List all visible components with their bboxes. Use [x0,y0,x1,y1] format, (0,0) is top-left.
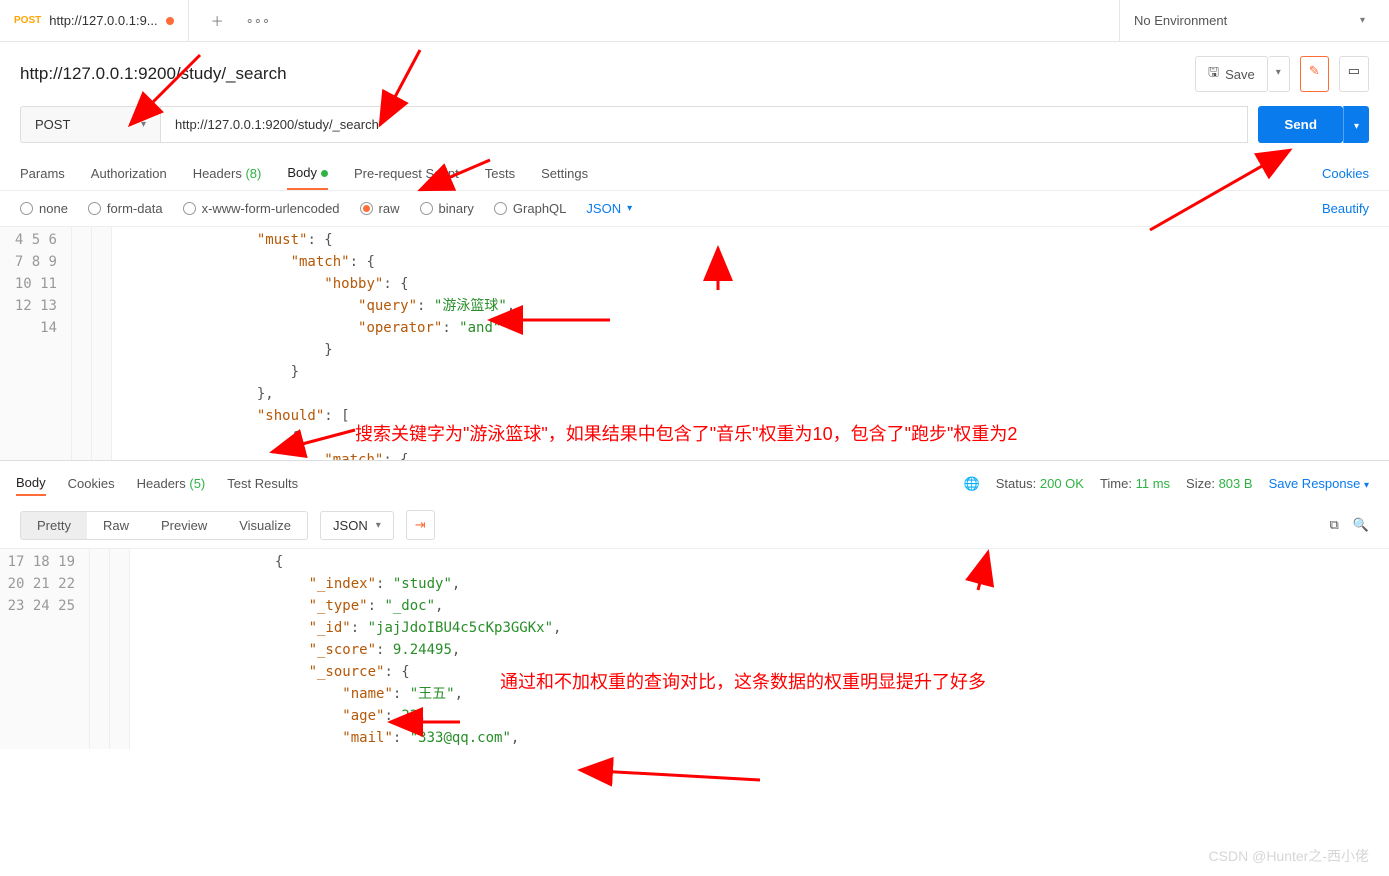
tab-title: http://127.0.0.1:9... [49,13,157,28]
code-body[interactable]: "must": { "match": { "hobby": { "query":… [112,227,1389,460]
tab-method: POST [14,15,41,26]
status-label: Status: 200 OK [996,476,1084,491]
method-select[interactable]: POST ▾ [20,106,160,143]
request-header: http://127.0.0.1:9200/study/_search 🖫 Sa… [0,42,1389,106]
chevron-down-icon: ▾ [1360,15,1365,26]
response-tabs: Body Cookies Headers (5) Test Results 🌐 … [0,461,1389,502]
resp-tab-headers[interactable]: Headers (5) [137,472,206,495]
resp-tab-body[interactable]: Body [16,471,46,496]
cookies-link[interactable]: Cookies [1322,166,1369,181]
request-tab[interactable]: POST http://127.0.0.1:9... [0,0,189,41]
radio-raw[interactable]: raw [360,201,400,216]
seg-pretty[interactable]: Pretty [21,512,87,539]
radio-xform[interactable]: x-www-form-urlencoded [183,201,340,216]
tab-tests[interactable]: Tests [485,158,515,189]
response-format-select[interactable]: JSON▾ [320,511,394,540]
body-active-dot-icon [321,170,328,177]
tab-settings[interactable]: Settings [541,158,588,189]
tab-params[interactable]: Params [20,158,65,189]
code-body: { "_index": "study", "_type": "_doc", "_… [130,549,1389,749]
send-dropdown[interactable]: ▾ [1343,106,1369,143]
save-button[interactable]: 🖫 Save [1195,56,1268,92]
wrap-lines-icon[interactable]: ⇥ [406,510,435,540]
edit-icon[interactable]: ✎ [1300,56,1329,92]
comment-icon[interactable]: ▭ [1339,56,1369,92]
tab-actions: ＋ ∘∘∘ [189,11,270,30]
request-tabs: Params Authorization Headers (8) Body Pr… [0,157,1389,191]
radio-binary[interactable]: binary [420,201,474,216]
tab-body[interactable]: Body [287,157,328,190]
new-tab-icon[interactable]: ＋ [211,11,224,30]
seg-raw[interactable]: Raw [87,512,145,539]
fold-column [72,227,92,460]
line-gutter: 17 18 19 20 21 22 23 24 25 [0,549,90,749]
fold-column2 [92,227,112,460]
view-mode-segment: Pretty Raw Preview Visualize [20,511,308,540]
chevron-down-icon: ▾ [141,119,146,130]
tab-authorization[interactable]: Authorization [91,158,167,189]
request-title: http://127.0.0.1:9200/study/_search [20,64,287,84]
seg-visualize[interactable]: Visualize [223,512,307,539]
globe-icon[interactable]: 🌐 [964,476,980,492]
radio-graphql[interactable]: GraphQL [494,201,566,216]
fold-column [90,549,110,749]
tab-headers[interactable]: Headers (8) [193,158,262,189]
search-icon[interactable]: 🔍 [1353,517,1369,533]
save-icon: 🖫 [1208,63,1219,85]
more-tabs-icon[interactable]: ∘∘∘ [246,13,270,29]
body-format-select[interactable]: JSON▾ [586,201,632,216]
line-gutter: 4 5 6 7 8 9 10 11 12 13 14 [0,227,72,460]
size-label: Size: 803 B [1186,476,1253,491]
radio-none[interactable]: none [20,201,68,216]
send-button[interactable]: Send [1258,106,1343,143]
fold-column2 [110,549,130,749]
body-type-row: none form-data x-www-form-urlencoded raw… [0,191,1389,227]
url-row: POST ▾ http://127.0.0.1:9200/study/_sear… [0,106,1389,157]
radio-formdata[interactable]: form-data [88,201,163,216]
seg-preview[interactable]: Preview [145,512,223,539]
url-input[interactable]: http://127.0.0.1:9200/study/_search [160,106,1248,143]
tab-bar: POST http://127.0.0.1:9... ＋ ∘∘∘ No Envi… [0,0,1389,42]
beautify-link[interactable]: Beautify [1322,201,1369,216]
time-label: Time: 11 ms [1100,476,1170,491]
tab-prerequest[interactable]: Pre-request Script [354,158,459,189]
save-response[interactable]: Save Response ▾ [1269,476,1369,491]
copy-icon[interactable]: ⧉ [1330,517,1339,533]
environment-label: No Environment [1134,13,1227,28]
response-tools: Pretty Raw Preview Visualize JSON▾ ⇥ ⧉ 🔍 [0,502,1389,549]
unsaved-dot-icon [166,17,174,25]
resp-tab-cookies[interactable]: Cookies [68,472,115,495]
environment-select[interactable]: No Environment ▾ [1119,0,1379,41]
request-body-editor[interactable]: 4 5 6 7 8 9 10 11 12 13 14 "must": { "ma… [0,227,1389,461]
response-body-viewer[interactable]: 17 18 19 20 21 22 23 24 25 { "_index": "… [0,549,1389,749]
watermark: CSDN @Hunter之-西小佬 [1209,846,1369,866]
save-dropdown[interactable]: ▾ [1268,56,1290,92]
resp-tab-tests[interactable]: Test Results [227,472,298,495]
